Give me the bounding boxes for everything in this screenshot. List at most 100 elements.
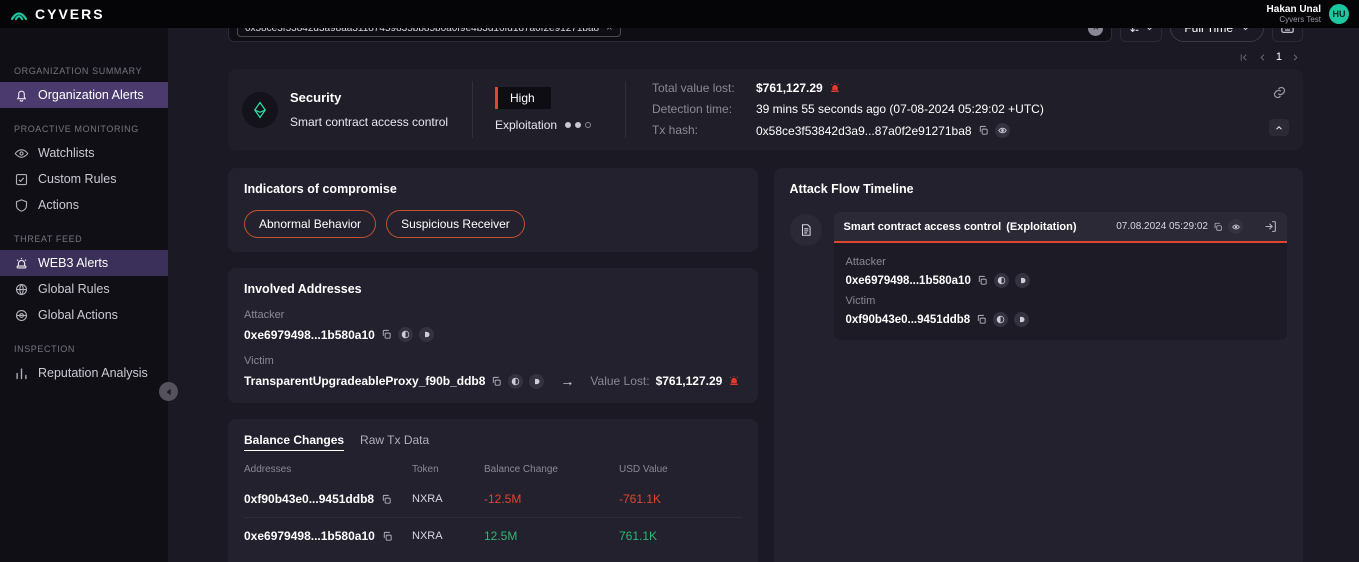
prev-page-icon[interactable] [1257,52,1268,63]
sidebar-collapse-button[interactable] [159,382,178,401]
debank-icon[interactable] [419,327,434,342]
share-link-icon[interactable] [1270,83,1289,102]
tab-raw-tx-data[interactable]: Raw Tx Data [360,433,429,447]
copy-icon[interactable] [976,314,987,325]
copy-icon[interactable] [381,329,392,340]
siren-icon [14,256,29,271]
row-address: 0xe6979498...1b580a10 [244,529,412,543]
attacker-address-row: 0xe6979498...1b580a10 [244,327,742,342]
next-page-icon[interactable] [1290,52,1301,63]
timeline-attacker-address[interactable]: 0xe6979498...1b580a10 [846,275,971,287]
timeline-event-card[interactable]: Smart contract access control (Exploitat… [834,212,1288,340]
debank-icon[interactable] [1015,273,1030,288]
sidebar-item-label: Organization Alerts [38,88,144,102]
victim-label: Victim [244,355,742,367]
sidebar-item-global-actions[interactable]: Global Actions [0,302,168,328]
phase-dot-hollow [585,122,591,128]
alert-category: Security [290,90,472,105]
user-menu[interactable]: Hakan Unal Cyvers Test HU [1267,4,1349,25]
left-column: Indicators of compromise Abnormal Behavi… [228,168,758,562]
sidebar-item-watchlists[interactable]: Watchlists [0,140,168,166]
row-token: NXRA [412,530,484,542]
balance-table-header: Addresses Token Balance Change USD Value [244,464,742,481]
table-row[interactable]: 0xe6979498...1b580a10 NXRA 12.5M 761.1K [244,517,742,554]
sidebar-item-web3-alerts[interactable]: WEB3 Alerts [0,250,168,276]
sidebar-item-actions[interactable]: Actions [0,192,168,218]
sidebar-item-global-rules[interactable]: Global Rules [0,276,168,302]
attacker-address[interactable]: 0xe6979498...1b580a10 [244,328,375,342]
sidebar-item-label: Global Actions [38,308,118,322]
col-usd-value: USD Value [619,464,742,475]
copy-icon[interactable] [1213,222,1223,232]
portfolio-icon[interactable] [993,312,1008,327]
indicators-panel: Indicators of compromise Abnormal Behavi… [228,168,758,252]
attack-flow-timeline-panel: Attack Flow Timeline Smart contract acce… [774,168,1304,562]
bell-icon [14,88,29,103]
main-content: 0x58ce3f53842d3a98aa31187459835bb85b0a0f… [168,0,1359,562]
detection-time-value: 39 mins 55 seconds ago (07-08-2024 05:29… [756,102,1269,116]
sidebar-item-label: Custom Rules [38,172,117,186]
sidebar-item-custom-rules[interactable]: Custom Rules [0,166,168,192]
rules-icon [14,172,29,187]
arrow-right-icon: → [560,373,574,389]
alert-info-grid: Total value lost: $761,127.29 Detection … [652,81,1269,138]
balance-tabs: Balance Changes Raw Tx Data [244,433,742,451]
indicator-chip[interactable]: Suspicious Receiver [386,210,525,238]
explorer-icon[interactable] [1228,219,1243,234]
bar-chart-icon [14,366,29,381]
victim-address[interactable]: TransparentUpgradeableProxy_f90b_ddb8 [244,374,485,388]
sidebar-section-inspection: INSPECTION [14,344,168,354]
indicator-chip[interactable]: Abnormal Behavior [244,210,376,238]
copy-icon[interactable] [978,125,989,136]
portfolio-icon[interactable] [994,273,1009,288]
balance-changes-panel: Balance Changes Raw Tx Data Addresses To… [228,419,758,562]
timeline-attacker-label: Attacker [846,256,1276,268]
brand-logo[interactable]: CYVERS [10,6,105,22]
open-event-icon[interactable] [1264,220,1277,233]
table-row[interactable]: 0xf90b43e0...9451ddb8 NXRA -12.5M -761.1… [244,481,742,517]
debank-icon[interactable] [529,374,544,389]
timeline-attacker-row: 0xe6979498...1b580a10 [846,273,1276,288]
value-lost-amount: $761,127.29 [656,374,723,388]
victim-address-row: TransparentUpgradeableProxy_f90b_ddb8 → … [244,373,742,389]
sidebar-item-organization-alerts[interactable]: Organization Alerts [0,82,168,108]
portfolio-icon[interactable] [398,327,413,342]
debank-icon[interactable] [1014,312,1029,327]
timeline-victim-address[interactable]: 0xf90b43e0...9451ddb8 [846,314,971,326]
copy-icon[interactable] [381,494,392,505]
siren-alarm-icon [829,82,841,94]
copy-icon[interactable] [491,376,502,387]
first-page-icon[interactable] [1238,52,1249,63]
phase-dots [565,122,591,128]
avatar[interactable]: HU [1329,4,1349,24]
col-balance-change: Balance Change [484,464,619,475]
sidebar-item-label: Actions [38,198,79,212]
phase-indicator: Exploitation [495,118,603,132]
explorer-icon[interactable] [995,123,1010,138]
sidebar-item-reputation-analysis[interactable]: Reputation Analysis [0,360,168,386]
alert-summary-card[interactable]: Security Smart contract access control H… [228,69,1303,150]
row-balance-change: 12.5M [484,529,619,543]
tx-hash-value: 0x58ce3f53842d3a9...87a0f2e91271ba8 [756,123,1269,138]
value-lost-label: Value Lost: [590,374,649,388]
timeline-event: Smart contract access control (Exploitat… [790,212,1288,340]
portfolio-icon[interactable] [508,374,523,389]
copy-icon[interactable] [977,275,988,286]
topbar: CYVERS Hakan Unal Cyvers Test HU [0,0,1359,28]
collapse-card-button[interactable] [1269,119,1289,136]
sidebar-section-threat-feed: THREAT FEED [14,234,168,244]
col-addresses: Addresses [244,464,412,475]
globe-icon [14,282,29,297]
current-page[interactable]: 1 [1276,51,1282,63]
tab-balance-changes[interactable]: Balance Changes [244,433,344,451]
copy-icon[interactable] [382,531,393,542]
siren-alarm-icon [728,375,740,387]
sidebar-item-label: Reputation Analysis [38,366,148,380]
timeline-victim-label: Victim [846,295,1276,307]
col-token: Token [412,464,484,475]
row-balance-change: -12.5M [484,492,619,506]
timeline-event-time: 07.08.2024 05:29:02 [1116,219,1243,234]
attacker-label: Attacker [244,309,742,321]
user-name: Hakan Unal [1267,4,1321,16]
phase-dot-filled [575,122,581,128]
